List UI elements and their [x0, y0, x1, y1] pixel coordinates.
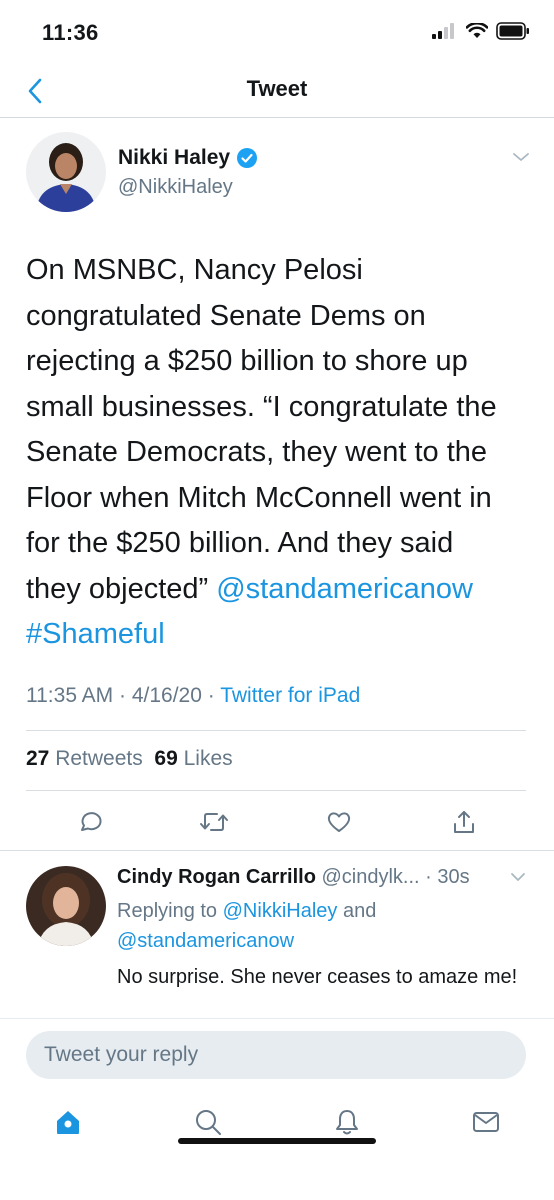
retweet-count: 27: [26, 747, 50, 770]
tweet-actions: [0, 804, 554, 844]
status-time: 11:36: [42, 20, 99, 45]
home-indicator: [178, 1138, 376, 1144]
reply-button[interactable]: [72, 804, 108, 840]
tweet-text-line-last: they objected” @standamericanow: [26, 567, 536, 613]
tweet-options-button[interactable]: [512, 150, 530, 168]
status-bar: 11:36: [0, 0, 554, 64]
nav-header: Tweet: [0, 64, 554, 118]
tweet-time: 11:35 AM: [26, 684, 114, 707]
divider: [0, 850, 554, 851]
retweet-icon: [200, 813, 228, 831]
share-icon: [454, 811, 474, 833]
battery-icon: [496, 22, 529, 40]
tweet-stats: 27 Retweets 69 Likes: [26, 747, 233, 771]
tweet-text: On MSNBC, Nancy Pelosi congratulated Sen…: [26, 248, 536, 658]
tweet-text-line: they objected”: [26, 572, 209, 605]
replying-prefix: Replying to: [117, 900, 218, 922]
tweet-meta: 11:35 AM · 4/16/20 · Twitter for iPad: [26, 684, 361, 707]
reply-time: 30s: [437, 866, 470, 888]
replying-to: Replying to @NikkiHaley and @standameric…: [117, 896, 527, 956]
tab-search[interactable]: [188, 1102, 228, 1142]
messages-icon: [473, 1112, 499, 1132]
reply-text: No surprise. She never ceases to amaze m…: [117, 966, 518, 988]
author-handle[interactable]: @NikkiHaley: [118, 176, 233, 199]
replying-to-link[interactable]: @NikkiHaley: [223, 900, 338, 922]
author-avatar[interactable]: [26, 132, 106, 212]
tab-notifications[interactable]: [327, 1102, 367, 1142]
tweet-text-line: On MSNBC, Nancy Pelosi: [26, 254, 363, 286]
search-icon: [196, 1110, 221, 1135]
like-button[interactable]: [321, 804, 357, 840]
chevron-down-icon: [511, 873, 525, 881]
author-name[interactable]: Nikki Haley: [118, 146, 258, 170]
tab-home[interactable]: [48, 1102, 88, 1142]
reply-header: Cindy Rogan Carrillo @cindylk... · 30s: [117, 866, 470, 888]
replying-and: and: [342, 900, 377, 922]
hashtag-link[interactable]: #Shameful: [26, 618, 165, 650]
tweet-date: 4/16/20: [131, 684, 202, 707]
divider: [26, 790, 526, 791]
likes-stat[interactable]: 69 Likes: [154, 747, 232, 770]
tweet-text-line: Floor when Mitch McConnell went in: [26, 481, 492, 514]
reply-avatar[interactable]: [26, 866, 106, 946]
like-label: Likes: [183, 747, 233, 770]
mention-link[interactable]: @standamericanow: [216, 573, 473, 605]
home-icon: [57, 1111, 79, 1134]
chevron-down-icon: [513, 153, 529, 161]
divider: [26, 730, 526, 731]
compose-bar: Tweet your reply: [0, 1018, 554, 1090]
retweet-button[interactable]: [196, 804, 232, 840]
tweet-text-line: Senate Democrats, they went to the: [26, 436, 488, 468]
tweet-text-line: for the $250 billion. And they said: [26, 527, 454, 559]
reply-author-name[interactable]: Cindy Rogan Carrillo: [117, 866, 316, 888]
tab-bar: [0, 1092, 554, 1156]
tweet-text-line: congratulated Senate Dems on: [26, 299, 426, 332]
author-name-text: Nikki Haley: [118, 146, 231, 169]
share-button[interactable]: [446, 804, 482, 840]
retweet-label: Retweets: [55, 747, 143, 770]
verified-badge-icon: [237, 148, 258, 168]
retweets-stat[interactable]: 27 Retweets: [26, 747, 143, 770]
page-title: Tweet: [246, 76, 308, 101]
tweet-text-line: small businesses. “I congratulate the: [26, 390, 497, 423]
wifi-icon: [466, 23, 488, 38]
tweet-author: Nikki Haley @NikkiHaley: [26, 132, 534, 216]
reply-item[interactable]: Cindy Rogan Carrillo @cindylk... · 30s R…: [0, 852, 554, 1017]
reply-icon: [81, 812, 102, 831]
notifications-icon: [336, 1110, 358, 1135]
tab-messages[interactable]: [466, 1102, 506, 1142]
tweet-source-link[interactable]: Twitter for iPad: [220, 684, 360, 707]
reply-input[interactable]: Tweet your reply: [26, 1031, 526, 1079]
reply-options-button[interactable]: [510, 870, 526, 888]
status-icons: [432, 22, 530, 40]
cellular-signal-icon: [432, 23, 454, 39]
like-count: 69: [154, 747, 178, 770]
like-icon: [327, 812, 351, 832]
reply-author-handle[interactable]: @cindylk...: [321, 866, 419, 888]
tweet-text-line: rejecting a $250 billion to shore up: [26, 345, 468, 377]
replying-to-link[interactable]: @standamericanow: [117, 930, 294, 952]
